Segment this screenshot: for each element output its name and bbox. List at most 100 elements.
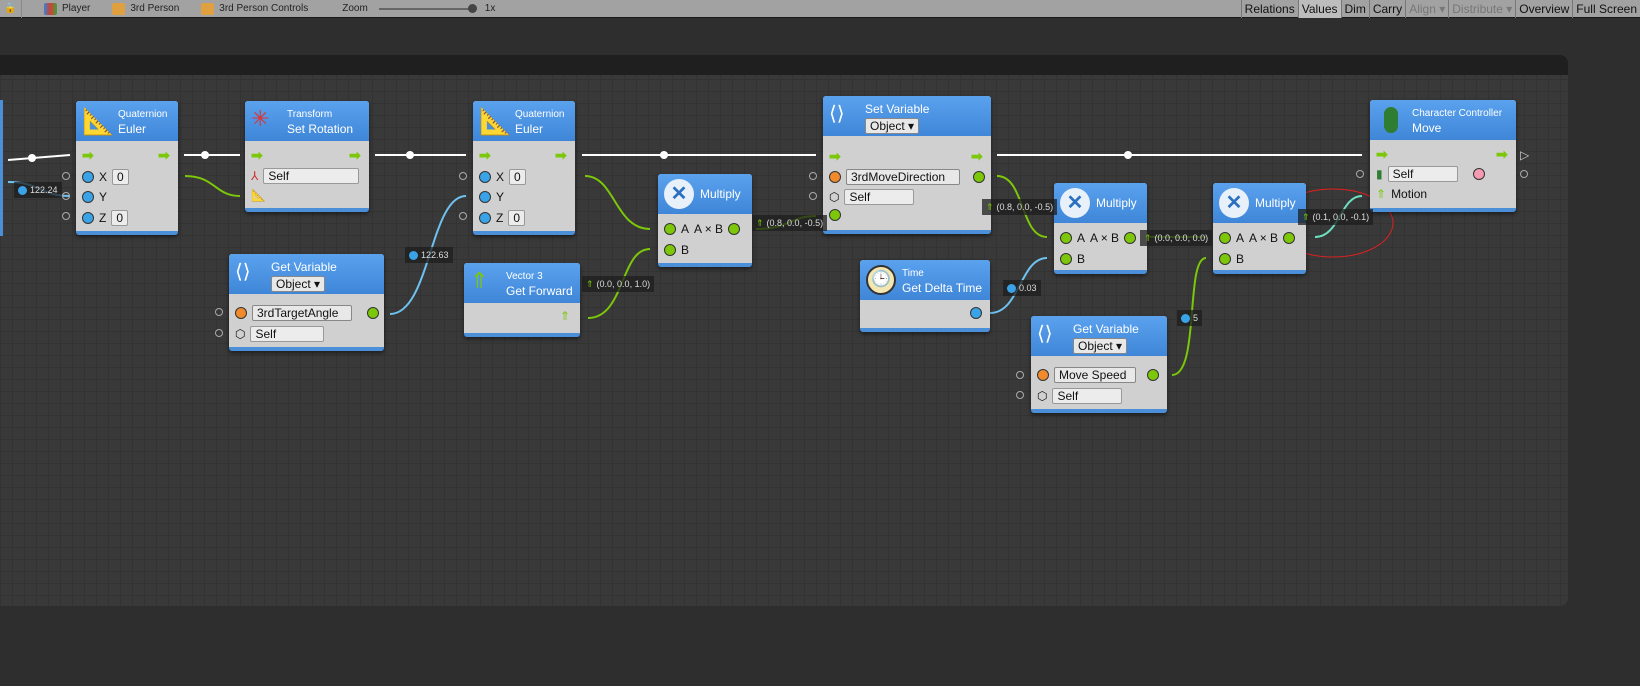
multiply-node[interactable]: ✕ Multiply A A × B B (1054, 183, 1147, 274)
vector-icon: ⇑ (1302, 212, 1310, 222)
kind-label: Object (276, 277, 311, 291)
z-port[interactable] (82, 212, 94, 224)
target-field[interactable]: Self (263, 168, 360, 184)
transform-icon: ⅄ (251, 169, 259, 183)
multiply-node[interactable]: ✕ Multiply A A × B B (658, 174, 752, 267)
a-port[interactable] (664, 223, 676, 235)
quaternion-euler-node[interactable]: 📐 Quaternion Euler ➡ ➡ X0 Y Z0 (473, 101, 575, 235)
get-variable-node[interactable]: ⟨⟩ Get Variable Object ▾ 3rdTargetAngle ⬡ S… (229, 254, 384, 351)
target-field[interactable]: Self (1387, 166, 1458, 182)
variable-name-dropdown[interactable]: 3rdMoveDirection (846, 169, 960, 185)
multiply-icon: ✕ (664, 179, 694, 209)
multiply-node[interactable]: ✕ Multiply A A × B B (1213, 183, 1306, 274)
set-variable-node[interactable]: ⟨⟩ Set Variable Object ▾ ➡ ➡ 3rdMoveDirect… (823, 96, 991, 234)
node-title: Get Variable (1073, 322, 1139, 336)
unconnected-port[interactable] (1520, 170, 1528, 178)
flow-out-port[interactable]: ➡ (555, 147, 567, 164)
unconnected-port[interactable] (215, 329, 223, 337)
character-controller-move-node[interactable]: Character Controller Move ➡ ➡ ▮ Self ⇑ Moti… (1370, 100, 1516, 212)
node-title: Set Variable (865, 102, 930, 116)
capsule-icon (1376, 105, 1406, 135)
transform-set-rotation-node[interactable]: ✳ Transform Set Rotation ➡ ➡ ⅄ Self 📐 (245, 101, 369, 212)
value-out-port[interactable] (973, 171, 985, 183)
port-label: A (1077, 231, 1086, 245)
flow-in-port[interactable]: ➡ (479, 147, 491, 164)
node-category: Character Controller (1412, 108, 1503, 119)
port-label: B (1077, 252, 1086, 266)
get-variable-node[interactable]: ⟨⟩ Get Variable Object ▾ Move Speed ⬡ Self (1031, 316, 1167, 413)
vector-out-port[interactable]: ⇑ (560, 309, 570, 323)
node-title: Get Variable (271, 260, 337, 274)
flow-in-port[interactable]: ➡ (1376, 146, 1388, 163)
unconnected-port[interactable] (62, 192, 70, 200)
y-port[interactable] (479, 191, 491, 203)
unconnected-port[interactable] (459, 212, 467, 220)
value-out-port[interactable] (1147, 369, 1159, 381)
node-category: Quaternion (118, 109, 168, 120)
unconnected-port[interactable] (809, 192, 817, 200)
node-title: Set Rotation (287, 122, 354, 136)
flow-out-port[interactable]: ➡ (971, 148, 983, 165)
result-port[interactable] (1283, 232, 1296, 244)
unconnected-port[interactable] (62, 212, 70, 220)
result-port[interactable] (728, 223, 741, 235)
a-port[interactable] (1060, 232, 1072, 244)
value-text: (0.0, 0.0, 0.0) (1154, 233, 1209, 243)
name-port[interactable] (235, 307, 247, 319)
value-in-port[interactable] (829, 209, 841, 221)
port-label: Y (99, 190, 108, 204)
time-get-delta-time-node[interactable]: 🕒 Time Get Delta Time (860, 260, 990, 332)
name-port[interactable] (1037, 369, 1049, 381)
x-port[interactable] (82, 171, 94, 183)
target-field[interactable]: Self (1052, 388, 1123, 404)
node-title: Move (1412, 121, 1442, 135)
flow-out-port[interactable]: ➡ (1496, 146, 1508, 163)
value-text: 0.03 (1019, 283, 1037, 293)
unconnected-port[interactable] (459, 172, 467, 180)
quaternion-euler-node[interactable]: 📐 Quaternion Euler ➡ ➡ X0 Y Z0 (76, 101, 178, 235)
b-port[interactable] (1219, 253, 1231, 265)
rotation-port[interactable]: 📐 (251, 188, 266, 202)
x-input[interactable]: 0 (112, 169, 129, 185)
flow-in-port[interactable]: ➡ (82, 147, 94, 164)
variable-name-dropdown[interactable]: Move Speed (1054, 367, 1136, 383)
flow-out-port[interactable]: ➡ (158, 147, 170, 164)
z-input[interactable]: 0 (508, 210, 526, 226)
value-out-port[interactable] (367, 307, 379, 319)
unconnected-port[interactable] (809, 172, 817, 180)
y-port[interactable] (82, 191, 94, 203)
port-label: Z (496, 211, 504, 225)
a-port[interactable] (1219, 232, 1231, 244)
target-field[interactable]: Self (250, 326, 325, 342)
kind-dropdown[interactable]: Object ▾ (271, 276, 326, 292)
flow-in-port[interactable]: ➡ (829, 148, 841, 165)
float-icon (409, 250, 418, 260)
unconnected-port[interactable] (1016, 391, 1024, 399)
z-input[interactable]: 0 (111, 210, 129, 226)
target-field[interactable]: Self (844, 189, 915, 205)
node-category: Quaternion (515, 109, 565, 120)
delta-out-port[interactable] (970, 307, 982, 319)
port-label: Z (99, 211, 107, 225)
axes-icon: ⇑ (470, 268, 489, 293)
unconnected-port[interactable] (1016, 371, 1024, 379)
unconnected-port[interactable] (62, 172, 70, 180)
flow-in-port[interactable]: ➡ (251, 147, 263, 164)
x-input[interactable]: 0 (509, 169, 526, 185)
z-port[interactable] (479, 212, 491, 224)
kind-dropdown[interactable]: Object ▾ (1073, 338, 1128, 354)
flow-out-port[interactable]: ➡ (349, 147, 361, 164)
name-port[interactable] (829, 171, 841, 183)
result-port[interactable] (1472, 168, 1485, 180)
value-label: ⇑ (0.8, 0.0, -0.5) (982, 199, 1058, 215)
unconnected-port[interactable] (1356, 170, 1364, 178)
variable-name-dropdown[interactable]: 3rdTargetAngle (252, 305, 352, 321)
result-port[interactable] (1124, 232, 1137, 244)
value-text: (0.8, 0.0, -0.5) (766, 218, 824, 228)
b-port[interactable] (1060, 253, 1072, 265)
vector3-get-forward-node[interactable]: ⇑ Vector 3 Get Forward ⇑ (464, 263, 580, 337)
unconnected-port[interactable] (215, 308, 223, 316)
x-port[interactable] (479, 171, 491, 183)
b-port[interactable] (664, 244, 676, 256)
kind-dropdown[interactable]: Object ▾ (865, 118, 920, 134)
